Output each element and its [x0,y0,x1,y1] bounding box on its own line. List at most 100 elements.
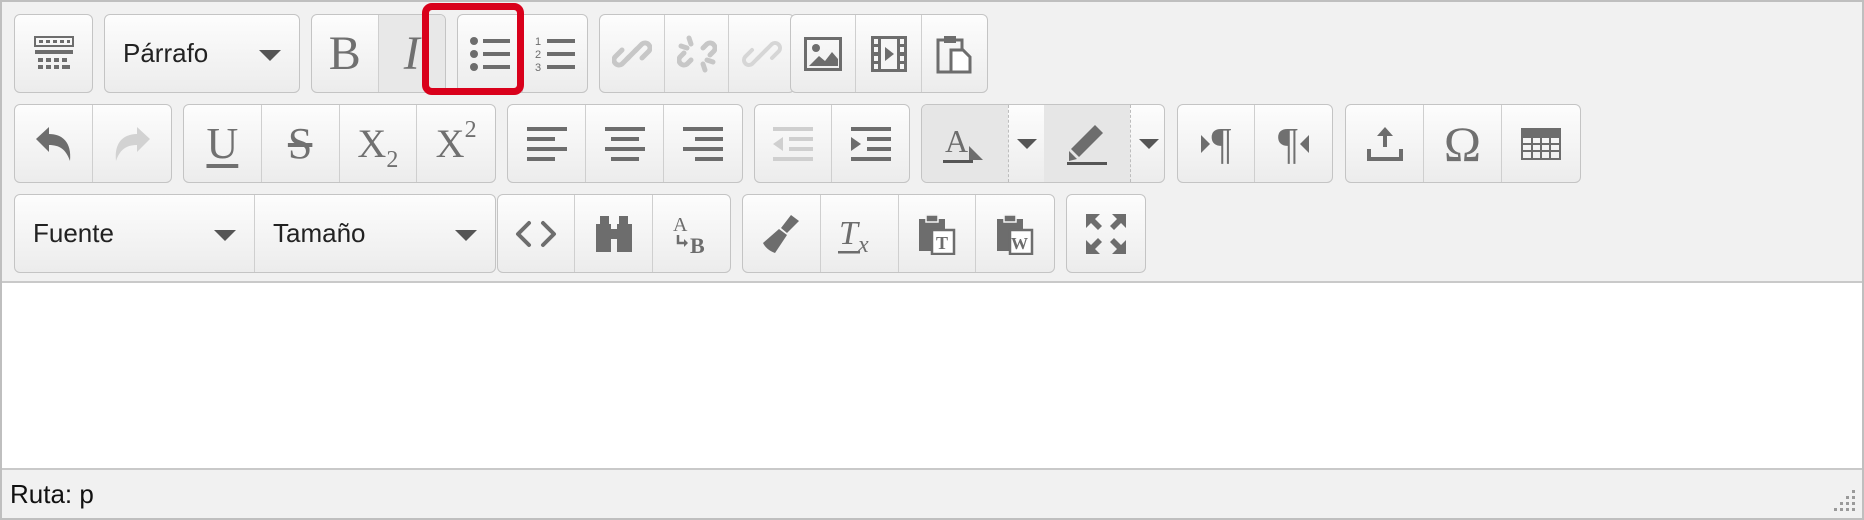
bulleted-list-button[interactable] [458,15,523,92]
italic-button[interactable]: I [378,15,445,92]
find-replace-icon: A B [673,214,705,255]
source-code-button[interactable] [498,195,576,272]
font-family-dropdown[interactable]: Fuente [15,195,255,272]
unlink-icon [676,35,717,72]
link-group [599,14,795,93]
table-icon [1521,127,1561,160]
svg-text:2: 2 [535,49,541,61]
background-color-dropdown[interactable] [1130,105,1164,182]
text-color-dropdown[interactable] [1008,105,1044,182]
outdent-button[interactable] [755,105,832,182]
subscript-button[interactable]: X 2 [340,105,418,182]
undo-icon [35,126,70,161]
editor-toolbar: Párrafo B I 1 2 3 U S X 2 X 2 A ¶ ¶ Ω Fu… [2,2,1862,283]
ltr-icon: ¶ [1200,118,1232,168]
superscript-icon: X 2 [435,118,477,166]
replace-button[interactable]: A B [653,195,730,272]
superscript-2: 2 [464,116,477,143]
undo-button[interactable] [15,105,93,182]
rtl-button[interactable]: ¶ [1255,105,1332,182]
svg-text:B: B [690,233,705,255]
subscript-icon: X 2 [357,120,398,172]
maximize-group [1066,194,1146,273]
editor-content-area[interactable] [2,285,1862,468]
chevron-down-icon [1138,138,1159,149]
bold-button[interactable]: B [312,15,379,92]
numbered-list-button[interactable]: 123 [523,15,588,92]
anchor-button[interactable] [729,15,794,92]
bold-icon: B [328,26,361,80]
table-button[interactable] [1502,105,1580,182]
toolbar-toggle-button[interactable] [15,15,92,92]
superscript-x: X [435,120,465,166]
pilcrow-glyph: ¶ [1211,118,1232,168]
indent-button[interactable] [832,105,909,182]
paste-word-button[interactable]: W [976,195,1054,272]
anchor-link-icon [741,40,782,67]
svg-text:A: A [945,124,968,159]
strikethrough-icon: S [287,118,313,168]
paragraph-format-label: Párrafo [123,38,209,68]
alignment-group [507,104,743,183]
binoculars-icon [595,215,632,252]
strikethrough-button[interactable]: S [262,105,340,182]
paragraph-format-dropdown[interactable]: Párrafo [105,15,299,92]
svg-text:1: 1 [535,36,541,48]
remove-format-button[interactable] [743,195,821,272]
direction-group: ¶ ¶ [1177,104,1333,183]
clear-format-icon: T x [838,215,869,254]
text-color-button[interactable]: A [922,105,1008,182]
align-left-button[interactable] [508,105,586,182]
insert-image-button[interactable] [791,15,857,92]
align-left-icon [526,126,567,161]
chevron-down-icon [214,230,236,241]
paste-word-icon: W [997,213,1034,255]
background-color-button[interactable] [1044,105,1130,182]
paste-text-button[interactable]: T [899,195,977,272]
background-color-split [1044,105,1164,182]
numbered-list-icon: 123 [535,36,575,73]
upload-icon [1366,126,1403,161]
code-icon [516,220,557,247]
align-right-button[interactable] [664,105,742,182]
highlighter-icon [1067,124,1107,165]
clear-formatting-button[interactable]: T x [821,195,899,272]
font-size-label: Tamaño [273,218,366,248]
text-style-group: U S X 2 X 2 [183,104,496,183]
unlink-button[interactable] [665,15,730,92]
subscript-x: X [357,120,387,166]
special-character-button[interactable]: Ω [1424,105,1502,182]
indent-group [754,104,910,183]
italic-icon: I [403,26,420,80]
toolbar-toggle-icon [33,35,74,69]
font-size-dropdown[interactable]: Tamaño [255,195,495,272]
upload-button[interactable] [1346,105,1424,182]
text-color-icon: A [943,124,983,163]
clipboard-icon [936,35,972,73]
find-button[interactable] [575,195,653,272]
chevron-down-icon [1016,138,1037,149]
toolbar-toggle-group [14,14,93,93]
superscript-button[interactable]: X 2 [417,105,495,182]
maximize-icon [1086,213,1126,254]
bulleted-list-icon [469,36,510,71]
bold-italic-group: B I [311,14,446,93]
resize-handle-icon[interactable] [1828,484,1858,514]
clipboard-group: T x T W [742,194,1055,273]
underline-button[interactable]: U [184,105,262,182]
insert-video-button[interactable] [856,15,922,92]
outdent-icon [773,126,813,161]
align-center-button[interactable] [586,105,664,182]
brush-icon [763,214,800,253]
rtl-icon: ¶ [1278,121,1309,166]
font-family-label: Fuente [33,218,114,248]
svg-text:3: 3 [535,62,541,73]
redo-button[interactable] [93,105,171,182]
color-group: A [921,104,1165,183]
paste-button[interactable] [922,15,987,92]
link-button[interactable] [600,15,665,92]
maximize-button[interactable] [1067,195,1145,272]
editor-status-bar: Ruta: p [2,468,1862,518]
ltr-button[interactable]: ¶ [1178,105,1255,182]
element-path: Ruta: p [10,478,94,509]
